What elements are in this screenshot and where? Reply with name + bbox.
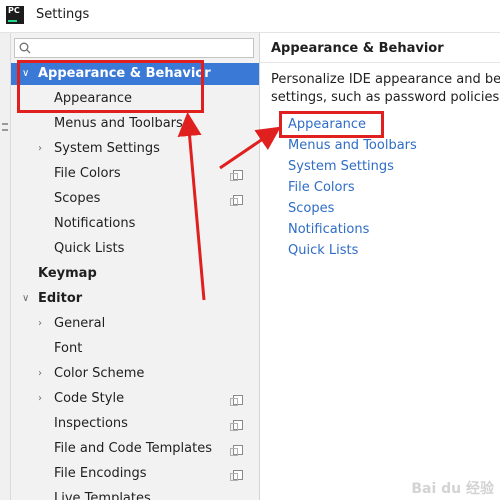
strip-tick <box>2 129 8 131</box>
settings-link[interactable]: Appearance <box>288 117 366 132</box>
tree-item-label: Live Templates <box>54 491 151 500</box>
settings-search[interactable] <box>14 38 254 58</box>
tree-item[interactable]: ∨ Editor <box>11 288 259 310</box>
tree-item-label: Notifications <box>54 216 136 231</box>
settings-sidebar: ∨ Appearance & Behavior Appearance Menus an… <box>11 33 260 500</box>
settings-link[interactable]: Quick Lists <box>288 243 358 258</box>
chevron-down-icon[interactable]: ∨ <box>22 288 34 310</box>
tree-item-label: Code Style <box>54 391 125 406</box>
settings-link[interactable]: Notifications <box>288 222 369 237</box>
window-title: Settings <box>36 7 90 22</box>
settings-link[interactable]: File Colors <box>288 180 355 195</box>
tree-item-label: Color Scheme <box>54 366 145 381</box>
description-line-2: settings, such as password policies, HTT <box>271 90 500 105</box>
tree-item-label: System Settings <box>54 141 160 156</box>
settings-link[interactable]: Scopes <box>288 201 334 216</box>
tree-item[interactable]: Appearance <box>11 88 259 110</box>
tree-item[interactable]: File and Code Templates <box>11 438 259 460</box>
tree-item-label: Keymap <box>38 266 97 281</box>
tree-item[interactable]: ∨ Appearance & Behavior <box>11 63 259 85</box>
tree-item-label: File Colors <box>54 166 121 181</box>
tree-item[interactable]: Font <box>11 338 259 360</box>
tree-item-label: Quick Lists <box>54 241 125 256</box>
search-icon <box>19 42 31 54</box>
tree-item-label: File and Code Templates <box>54 441 212 456</box>
app-icon-text: PC <box>8 6 20 15</box>
chevron-right-icon[interactable]: › <box>38 388 50 410</box>
tree-item[interactable]: Menus and Toolbars <box>11 113 259 135</box>
tree-item[interactable]: › Color Scheme <box>11 363 259 385</box>
tree-item[interactable]: Quick Lists <box>11 238 259 260</box>
watermark: Bai du 经验 <box>411 481 494 497</box>
project-scope-icon <box>230 445 243 456</box>
chevron-right-icon[interactable]: › <box>38 313 50 335</box>
app-logo-icon: PC <box>6 6 24 24</box>
chevron-right-icon[interactable]: › <box>38 138 50 160</box>
project-scope-icon <box>230 395 243 406</box>
tree-item-label: File Encodings <box>54 466 147 481</box>
tree-item-label: Scopes <box>54 191 101 206</box>
settings-link[interactable]: Menus and Toolbars <box>288 138 417 153</box>
chevron-right-icon[interactable]: › <box>38 363 50 385</box>
tree-item-label: Appearance <box>54 91 133 106</box>
title-bar: PC Settings <box>0 0 500 33</box>
tree-item[interactable]: Scopes <box>11 188 259 210</box>
collapsed-tool-strip <box>0 33 11 500</box>
tree-item[interactable]: › General <box>11 313 259 335</box>
tree-item[interactable]: › System Settings <box>11 138 259 160</box>
project-scope-icon <box>230 170 243 181</box>
tree-item-label: General <box>54 316 106 331</box>
tree-item[interactable]: › Code Style <box>11 388 259 410</box>
tree-item-label: Editor <box>38 291 83 306</box>
search-input[interactable] <box>35 40 249 56</box>
tree-item-label: Inspections <box>54 416 128 431</box>
tree-item[interactable]: Keymap <box>11 263 259 285</box>
title-divider <box>260 62 500 63</box>
tree-item[interactable]: Live Templates <box>11 488 259 500</box>
strip-tick <box>2 123 8 125</box>
chevron-down-icon[interactable]: ∨ <box>22 63 34 85</box>
tree-item[interactable]: File Encodings <box>11 463 259 485</box>
project-scope-icon <box>230 470 243 481</box>
tree-item[interactable]: Inspections <box>11 413 259 435</box>
project-scope-icon <box>230 420 243 431</box>
project-scope-icon <box>230 195 243 206</box>
settings-link[interactable]: System Settings <box>288 159 394 174</box>
page-title: Appearance & Behavior <box>271 41 444 56</box>
tree-item[interactable]: File Colors <box>11 163 259 185</box>
tree-item[interactable]: Notifications <box>11 213 259 235</box>
description-line-1: Personalize IDE appearance and behav <box>271 72 500 87</box>
tree-item-label: Font <box>54 341 83 356</box>
settings-content-panel: Appearance & Behavior Personalize IDE ap… <box>260 33 500 500</box>
tree-item-label: Appearance & Behavior <box>38 66 211 81</box>
tree-item-label: Menus and Toolbars <box>54 116 183 131</box>
